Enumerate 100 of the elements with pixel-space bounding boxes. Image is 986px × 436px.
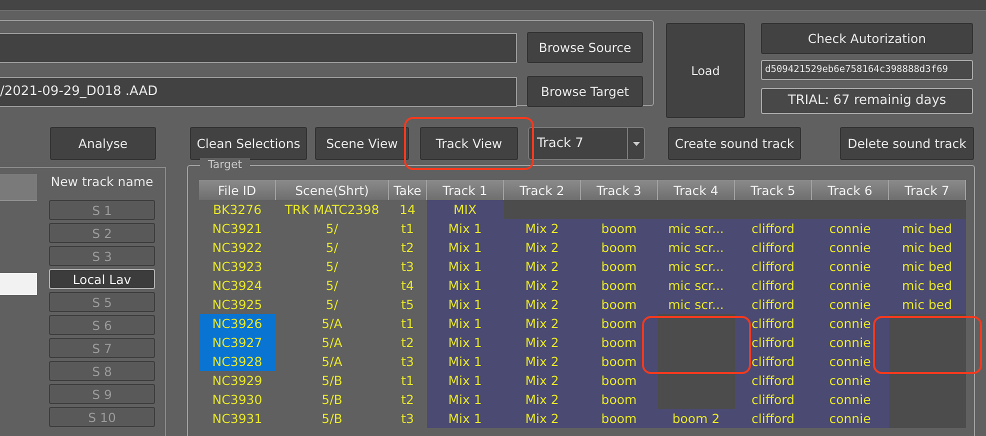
table-cell[interactable]: NC3931 [199,409,276,428]
load-button[interactable]: Load [666,23,745,118]
table-cell[interactable]: NC3930 [199,390,276,409]
table-cell[interactable]: clifford [734,371,812,390]
toolbar-button[interactable]: Delete sound track [840,127,974,160]
table-cell[interactable]: connie [812,219,888,238]
browse-target-button[interactable]: Browse Target [527,76,643,107]
table-cell[interactable]: mic bed [888,295,966,314]
table-cell[interactable]: boom [580,295,658,314]
table-cell[interactable]: Mix 2 [504,219,580,238]
table-cell[interactable]: NC3928 [199,352,276,371]
table-cell[interactable]: NC3923 [199,257,276,276]
table-cell[interactable]: boom [580,409,658,428]
toolbar-button[interactable]: Track View [420,127,518,160]
table-cell[interactable]: connie [812,352,888,371]
table-cell[interactable]: connie [812,390,888,409]
table-cell[interactable]: mic scr... [658,238,734,257]
table-cell[interactable]: Mix 1 [426,238,504,257]
table-cell[interactable]: NC3922 [199,238,276,257]
table-cell[interactable]: Mix 1 [426,390,504,409]
table-cell[interactable]: connie [812,371,888,390]
toolbar-button[interactable]: Scene View [315,127,409,160]
table-cell[interactable]: connie [812,295,888,314]
table-cell[interactable]: BK3276 [199,200,276,219]
table-cell[interactable]: connie [812,409,888,428]
column-header[interactable]: Track 6 [812,180,888,200]
track-name-button[interactable]: Local Lav [49,269,155,289]
table-cell[interactable]: mic bed [888,219,966,238]
table-cell[interactable]: boom [580,219,658,238]
column-header[interactable]: File ID [199,180,276,200]
table-cell[interactable]: Mix 2 [504,257,580,276]
table-cell[interactable]: Mix 1 [426,352,504,371]
table-cell[interactable]: clifford [734,352,812,371]
table-cell[interactable]: Mix 2 [504,295,580,314]
table-cell[interactable]: mic bed [888,257,966,276]
table-cell[interactable]: Mix 2 [504,314,580,333]
table-cell[interactable]: NC3921 [199,219,276,238]
table-cell[interactable]: NC3926 [199,314,276,333]
column-header[interactable]: Track 2 [504,180,580,200]
table-cell[interactable]: connie [812,314,888,333]
table-cell[interactable]: Mix 1 [426,276,504,295]
table-cell[interactable]: mic scr... [658,295,734,314]
table-cell[interactable]: clifford [734,276,812,295]
table-cell[interactable]: boom [580,352,658,371]
table-cell[interactable]: Mix 2 [504,333,580,352]
toolbar-button[interactable]: Create sound track [668,127,801,160]
table-cell[interactable]: boom [580,238,658,257]
toolbar-button[interactable]: Clean Selections [190,127,307,160]
table-cell[interactable]: clifford [734,314,812,333]
table-cell[interactable]: NC3929 [199,371,276,390]
table-cell[interactable]: NC3925 [199,295,276,314]
table-cell[interactable]: Mix 2 [504,238,580,257]
table-cell[interactable]: clifford [734,409,812,428]
track-dropdown[interactable]: Track 7 [528,127,645,160]
check-authorization-button[interactable]: Check Autorization [761,23,973,54]
table-cell[interactable]: Mix 1 [426,371,504,390]
table-cell[interactable]: NC3927 [199,333,276,352]
table-cell[interactable]: connie [812,333,888,352]
table-cell[interactable]: boom [580,276,658,295]
table-cell[interactable]: Mix 2 [504,390,580,409]
table-cell[interactable]: clifford [734,295,812,314]
table-cell[interactable]: clifford [734,333,812,352]
column-header[interactable]: Track 7 [888,180,966,200]
column-header[interactable]: Track 4 [658,180,734,200]
table-cell[interactable]: boom [580,257,658,276]
table-cell[interactable]: NC3924 [199,276,276,295]
table-cell[interactable]: boom 2 [658,409,734,428]
table-cell[interactable]: mic bed [888,276,966,295]
table-cell[interactable]: mic scr... [658,276,734,295]
table-cell[interactable]: boom [580,390,658,409]
column-header[interactable]: Scene(Shrt) [276,180,388,200]
source-path-field[interactable] [0,32,517,62]
table-cell[interactable]: clifford [734,257,812,276]
table-cell[interactable]: Mix 1 [426,257,504,276]
table-cell[interactable]: boom [580,333,658,352]
column-header[interactable]: Take [388,180,426,200]
table-cell[interactable]: Mix 1 [426,219,504,238]
table-cell[interactable]: connie [812,238,888,257]
table-cell[interactable]: Mix 1 [426,333,504,352]
table-cell[interactable]: clifford [734,390,812,409]
table-cell[interactable]: clifford [734,238,812,257]
table-cell[interactable]: Mix 2 [504,371,580,390]
analyse-button[interactable]: Analyse [50,127,156,160]
table-cell[interactable]: connie [812,276,888,295]
license-key-field[interactable]: d509421529eb6e758164c398888d3f69 [761,60,973,80]
column-header[interactable]: Track 3 [580,180,658,200]
browse-source-button[interactable]: Browse Source [527,32,643,63]
table-cell[interactable]: mic scr... [658,219,734,238]
table-cell[interactable]: mic bed [888,238,966,257]
table-cell[interactable]: Mix 2 [504,276,580,295]
table-cell[interactable]: boom [580,314,658,333]
target-path-field[interactable]: /2021-09-29_D018 .AAD [0,76,517,106]
table-cell[interactable]: mic scr... [658,257,734,276]
table-cell[interactable]: Mix 2 [504,409,580,428]
table-cell[interactable]: Mix 1 [426,409,504,428]
table-cell[interactable]: connie [812,257,888,276]
table-cell[interactable]: clifford [734,219,812,238]
table-cell[interactable]: Mix 2 [504,352,580,371]
column-header[interactable]: Track 1 [426,180,504,200]
table-cell[interactable]: boom [580,371,658,390]
